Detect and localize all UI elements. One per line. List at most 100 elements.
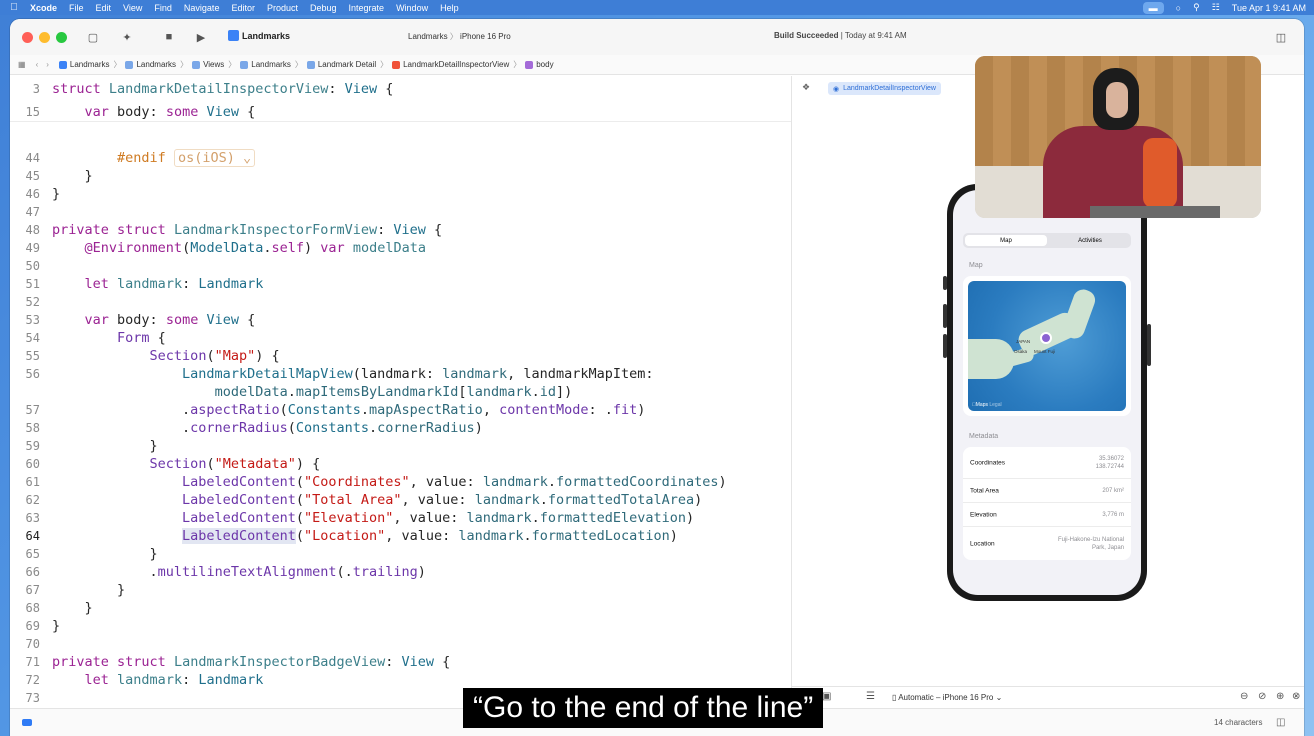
line-number: 66 xyxy=(25,565,40,579)
navigator-toggle-icon[interactable]: ▢ xyxy=(86,30,100,44)
assistant-icon[interactable]: ✦ xyxy=(120,30,134,44)
breadcrumb-landmark-detail[interactable]: Landmark Detail xyxy=(306,60,376,69)
menu-navigate[interactable]: Navigate xyxy=(184,3,220,13)
preview-tab[interactable]: ◉ LandmarkDetailInspectorView xyxy=(828,82,941,95)
inspector-toggle-icon[interactable]: ◫ xyxy=(1274,30,1288,44)
sticky-scope-header: 3 struct LandmarkDetailInspectorView: Vie… xyxy=(10,76,791,122)
line-number: 3 xyxy=(32,82,40,96)
metadata-key: Coordinates xyxy=(970,459,1006,466)
build-status-result: Build Succeeded xyxy=(774,31,839,40)
menu-file[interactable]: File xyxy=(69,3,84,13)
toolbar: ▢ ✦ ■ ▶ Landmarks Landmarks 〉 iPhone 16 … xyxy=(10,19,1304,55)
scheme-selector[interactable]: Landmarks 〉 iPhone 16 Pro xyxy=(408,31,511,42)
presenter-laptop xyxy=(1090,206,1220,218)
line-number: 65 xyxy=(25,547,40,561)
map-label-country: JAPAN xyxy=(1016,339,1031,344)
line-number: 70 xyxy=(25,637,40,651)
run-icon[interactable]: ▶ xyxy=(194,30,208,44)
menu-editor[interactable]: Editor xyxy=(231,3,255,13)
breadcrumb-project[interactable]: Landmarks xyxy=(58,60,109,69)
line-number: 49 xyxy=(25,241,40,255)
zoom-fit-icon[interactable]: ⊘ xyxy=(1258,691,1266,702)
project-name[interactable]: Landmarks xyxy=(242,31,290,41)
menu-integrate[interactable]: Integrate xyxy=(349,3,385,13)
menu-find[interactable]: Find xyxy=(154,3,172,13)
line-number: 67 xyxy=(25,583,40,597)
zoom-in-icon[interactable]: ⊕ xyxy=(1276,691,1284,702)
apple-icon[interactable]:  xyxy=(8,2,20,14)
presenter-video xyxy=(975,56,1261,218)
voice-control-icon[interactable]: ▬ xyxy=(1142,1,1164,14)
metadata-key: Total Area xyxy=(970,487,999,494)
menu-app-xcode[interactable]: Xcode xyxy=(30,3,57,13)
iphone-preview: Map Activities Map JAPAN Osaka Mount Fuj… xyxy=(947,184,1147,601)
breadcrumb-landmarks[interactable]: Landmarks xyxy=(240,60,291,69)
zoom-out-icon[interactable]: ⊖ xyxy=(1240,691,1248,702)
menu-edit[interactable]: Edit xyxy=(96,3,112,13)
search-icon[interactable]: ⚲ xyxy=(1193,2,1200,13)
map-pin-icon[interactable] xyxy=(1040,332,1052,344)
canvas-footer: ◉ ▣ ☰ ▯ Automatic – iPhone 16 Pro ⌄ ⊖ ⊘ … xyxy=(792,686,1304,708)
breadcrumb-views[interactable]: Views xyxy=(192,60,224,69)
line-number: 57 xyxy=(25,403,40,417)
segment-map[interactable]: Map xyxy=(965,235,1047,246)
device-selector[interactable]: ▯ Automatic – iPhone 16 Pro ⌄ xyxy=(892,693,1002,702)
zoom-window-button[interactable] xyxy=(56,31,67,43)
breadcrumb-symbol[interactable]: body xyxy=(525,60,554,69)
related-items-icon[interactable]: ▦ xyxy=(18,60,26,69)
character-count: 14 characters xyxy=(1214,718,1263,727)
preview-tab-label: LandmarkDetailInspectorView xyxy=(843,85,936,92)
segmented-control[interactable]: Map Activities xyxy=(963,233,1131,248)
menu-view[interactable]: View xyxy=(123,3,142,13)
line-number: 46 xyxy=(25,187,40,201)
metadata-value: 207 km² xyxy=(1102,487,1124,494)
control-center-icon[interactable]: ☷ xyxy=(1212,2,1220,13)
close-window-button[interactable] xyxy=(22,31,33,43)
map-label-city: Osaka xyxy=(1014,349,1028,354)
presenter-face xyxy=(1106,82,1128,118)
clock[interactable]: Tue Apr 1 9:41 AM xyxy=(1232,3,1306,13)
metadata-value: Fuji-Hakone-Izu National Park, Japan xyxy=(1057,536,1124,551)
line-number: 59 xyxy=(25,439,40,453)
menu-help[interactable]: Help xyxy=(440,3,459,13)
chevron-down-icon: ⌄ xyxy=(993,693,1003,702)
line-number: 55 xyxy=(25,349,40,363)
breadcrumb-file[interactable]: LandmarkDetailInspectorView xyxy=(392,60,509,69)
eye-icon: ◉ xyxy=(833,85,840,93)
line-number: 63 xyxy=(25,511,40,525)
metadata-section-title: Metadata xyxy=(969,433,999,440)
segment-activities[interactable]: Activities xyxy=(1049,233,1131,248)
split-view-icon[interactable]: ◫ xyxy=(1276,717,1285,728)
menu-bar:  Xcode File Edit View Find Navigate Edi… xyxy=(0,0,1314,15)
line-number: 47 xyxy=(25,205,40,219)
project-icon xyxy=(228,30,239,41)
zoom-actual-icon[interactable]: ⊗ xyxy=(1292,691,1300,702)
back-icon[interactable]: ‹ xyxy=(36,60,39,69)
metadata-row-elevation: Elevation 3,776 m xyxy=(963,503,1131,527)
breadcrumb-group-landmarks[interactable]: Landmarks xyxy=(125,60,176,69)
stop-icon[interactable]: ■ xyxy=(162,30,176,44)
metadata-card: Coordinates 35.36072 138.72744 Total Area… xyxy=(963,447,1131,560)
minimize-window-button[interactable] xyxy=(39,31,50,43)
forward-icon[interactable]: › xyxy=(46,60,49,69)
line-number: 58 xyxy=(25,421,40,435)
wifi-icon[interactable]: ○ xyxy=(1176,3,1181,13)
source-editor[interactable]: 3 struct LandmarkDetailInspectorView: Vie… xyxy=(10,76,791,708)
menu-window[interactable]: Window xyxy=(396,3,428,13)
menu-product[interactable]: Product xyxy=(267,3,298,13)
metadata-key: Elevation xyxy=(970,511,997,518)
line-number: 51 xyxy=(25,277,40,291)
menu-debug[interactable]: Debug xyxy=(310,3,337,13)
metadata-value: 35.36072 138.72744 xyxy=(1095,455,1124,470)
line-number: 48 xyxy=(25,223,40,237)
line-number: 52 xyxy=(25,295,40,309)
selectable-preview-icon[interactable]: ▣ xyxy=(822,691,831,702)
map-view[interactable]: JAPAN Osaka Mount Fuji Maps Legal xyxy=(968,281,1126,411)
variants-icon[interactable]: ☰ xyxy=(866,691,875,702)
phone-screen[interactable]: Map Activities Map JAPAN Osaka Mount Fuj… xyxy=(953,190,1141,595)
line-number: 60 xyxy=(25,457,40,471)
line-number: 62 xyxy=(25,493,40,507)
build-status-time: Today at 9:41 AM xyxy=(844,31,907,40)
pin-icon[interactable]: ❖ xyxy=(802,82,810,93)
debug-area-toggle-icon[interactable] xyxy=(22,719,32,726)
